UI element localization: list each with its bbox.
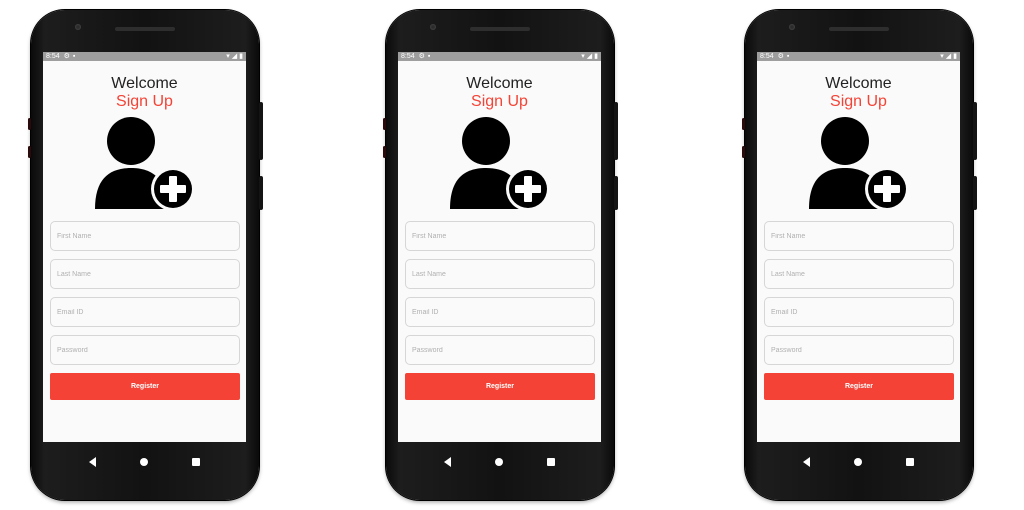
power-button	[973, 176, 977, 210]
volume-button	[973, 102, 977, 160]
status-bar: 8:54 ⚙ ▪ ▾ ◢ ▮	[398, 52, 601, 61]
status-time: 8:54	[46, 53, 60, 60]
phone-frame-2: 8:54 ⚙ ▪ ▾ ◢ ▮ Welcome Sign Up First Nam…	[383, 10, 618, 500]
android-nav-bar	[398, 442, 601, 482]
password-input[interactable]	[406, 336, 594, 364]
recents-square-icon[interactable]	[547, 458, 555, 466]
power-button	[614, 176, 618, 210]
earpiece-speaker	[470, 27, 530, 31]
email-input[interactable]	[406, 298, 594, 326]
side-button	[742, 118, 745, 130]
notification-status-icon: ▪	[72, 53, 76, 60]
android-nav-bar	[43, 442, 246, 482]
phone-frame-3: 8:54 ⚙ ▪ ▾ ◢ ▮ Welcome Sign Up First Nam…	[742, 10, 977, 500]
settings-status-icon: ⚙	[777, 53, 784, 60]
welcome-heading: Welcome	[466, 75, 533, 92]
welcome-heading: Welcome	[111, 75, 178, 92]
email-input[interactable]	[51, 298, 239, 326]
side-button	[383, 146, 386, 158]
side-button	[28, 146, 31, 158]
first-name-input[interactable]	[51, 222, 239, 250]
add-user-icon	[808, 117, 909, 211]
signup-heading: Sign Up	[471, 93, 528, 110]
app-screen: 8:54 ⚙ ▪ ▾ ◢ ▮ Welcome Sign Up First Nam…	[398, 52, 601, 442]
front-camera	[789, 24, 795, 30]
recents-square-icon[interactable]	[192, 458, 200, 466]
volume-button	[259, 102, 263, 160]
side-button	[742, 146, 745, 158]
last-name-field[interactable]	[405, 259, 595, 289]
wifi-icon: ▾	[226, 53, 230, 60]
email-input[interactable]	[765, 298, 953, 326]
signup-heading: Sign Up	[830, 93, 887, 110]
last-name-input[interactable]	[406, 260, 594, 288]
signal-icon: ◢	[945, 53, 952, 60]
first-name-field[interactable]	[405, 221, 595, 251]
battery-icon: ▮	[239, 53, 243, 60]
notification-status-icon: ▪	[786, 53, 790, 60]
recents-square-icon[interactable]	[906, 458, 914, 466]
app-screen: 8:54 ⚙ ▪ ▾ ◢ ▮ Welcome Sign Up First Nam…	[43, 52, 246, 442]
power-button	[259, 176, 263, 210]
signup-heading: Sign Up	[116, 93, 173, 110]
password-field[interactable]	[50, 335, 240, 365]
earpiece-speaker	[829, 27, 889, 31]
volume-button	[614, 102, 618, 160]
back-triangle-icon[interactable]	[444, 457, 451, 467]
status-bar: 8:54 ⚙ ▪ ▾ ◢ ▮	[43, 52, 246, 61]
home-circle-icon[interactable]	[495, 458, 503, 466]
add-user-icon	[94, 117, 195, 211]
back-triangle-icon[interactable]	[89, 457, 96, 467]
register-button[interactable]: Register	[764, 373, 954, 400]
wifi-icon: ▾	[581, 53, 585, 60]
register-button[interactable]: Register	[50, 373, 240, 400]
first-name-field[interactable]	[764, 221, 954, 251]
signal-icon: ◢	[231, 53, 238, 60]
signal-icon: ◢	[586, 53, 593, 60]
password-field[interactable]	[764, 335, 954, 365]
password-field[interactable]	[405, 335, 595, 365]
home-circle-icon[interactable]	[140, 458, 148, 466]
settings-status-icon: ⚙	[418, 53, 425, 60]
settings-status-icon: ⚙	[63, 53, 70, 60]
email-field[interactable]	[764, 297, 954, 327]
email-field[interactable]	[405, 297, 595, 327]
email-field[interactable]	[50, 297, 240, 327]
status-time: 8:54	[760, 53, 774, 60]
register-button[interactable]: Register	[405, 373, 595, 400]
password-input[interactable]	[51, 336, 239, 364]
last-name-input[interactable]	[51, 260, 239, 288]
wifi-icon: ▾	[940, 53, 944, 60]
welcome-heading: Welcome	[825, 75, 892, 92]
earpiece-speaker	[115, 27, 175, 31]
last-name-field[interactable]	[50, 259, 240, 289]
first-name-input[interactable]	[765, 222, 953, 250]
last-name-field[interactable]	[764, 259, 954, 289]
password-input[interactable]	[765, 336, 953, 364]
notification-status-icon: ▪	[427, 53, 431, 60]
front-camera	[430, 24, 436, 30]
app-screen: 8:54 ⚙ ▪ ▾ ◢ ▮ Welcome Sign Up First Nam…	[757, 52, 960, 442]
battery-icon: ▮	[953, 53, 957, 60]
android-nav-bar	[757, 442, 960, 482]
front-camera	[75, 24, 81, 30]
add-user-icon	[449, 117, 550, 211]
phone-frame-1: 8:54 ⚙ ▪ ▾ ◢ ▮ Welcome Sign Up First Nam…	[28, 10, 263, 500]
last-name-input[interactable]	[765, 260, 953, 288]
home-circle-icon[interactable]	[854, 458, 862, 466]
status-bar: 8:54 ⚙ ▪ ▾ ◢ ▮	[757, 52, 960, 61]
battery-icon: ▮	[594, 53, 598, 60]
first-name-field[interactable]	[50, 221, 240, 251]
status-time: 8:54	[401, 53, 415, 60]
side-button	[28, 118, 31, 130]
side-button	[383, 118, 386, 130]
back-triangle-icon[interactable]	[803, 457, 810, 467]
first-name-input[interactable]	[406, 222, 594, 250]
